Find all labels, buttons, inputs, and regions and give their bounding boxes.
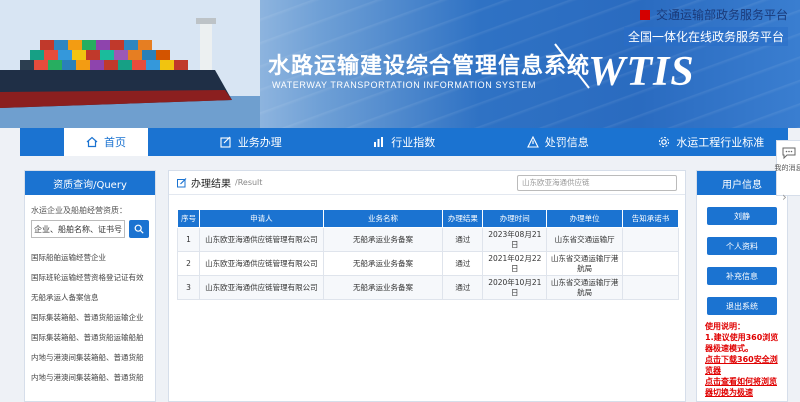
cell-business: 无船承运业务备案	[322, 251, 444, 276]
cell-index: 2	[177, 251, 200, 276]
nav-item-standards[interactable]: 水运工程行业标准	[635, 128, 789, 156]
portal-sub-link[interactable]: 全国一体化在线政务服务平台	[623, 27, 788, 46]
nav-item-home[interactable]: 首页	[64, 128, 148, 156]
result-table: 序号 申请人 业务名称 办理结果 办理时间 办理单位 告知承诺书 1 山东欧亚海…	[177, 209, 679, 300]
nav-item-label: 首页	[104, 136, 126, 149]
wtis-logo: WTIS	[588, 49, 695, 95]
system-subtitle: WATERWAY TRANSPORTATION INFORMATION SYST…	[272, 80, 537, 90]
cell-date: 2020年10月21日	[482, 275, 548, 300]
cell-index: 1	[177, 227, 200, 252]
nav-item-index[interactable]: 行业指数	[328, 128, 482, 156]
col-header: 办理时间	[482, 209, 548, 228]
chevron-right-icon[interactable]: ›	[782, 190, 787, 204]
table-header-row: 序号 申请人 业务名称 办理结果 办理时间 办理单位 告知承诺书	[177, 209, 679, 228]
table-row: 3 山东欧亚海通供应链管理有限公司 无船承运业务备案 通过 2020年10月21…	[177, 275, 679, 300]
notes-line: 1.建议使用360浏览器极速模式。	[705, 333, 779, 353]
table-row: 2 山东欧亚海通供应链管理有限公司 无船承运业务备案 通过 2021年02月22…	[177, 251, 679, 276]
query-search-input[interactable]	[31, 220, 125, 238]
container-ship-image	[0, 0, 260, 128]
result-title: 办理结果	[191, 179, 231, 190]
cell-date: 2023年08月21日	[482, 227, 548, 252]
cell-applicant: 山东欧亚海通供应链管理有限公司	[198, 275, 324, 300]
portal-link[interactable]: 交通运输部政务服务平台	[624, 6, 788, 23]
query-search-button[interactable]	[129, 220, 149, 238]
settings-icon	[659, 136, 670, 148]
nav-item-label: 处罚信息	[544, 136, 589, 149]
col-header: 申请人	[198, 209, 324, 228]
cell-commitment	[622, 227, 679, 252]
table-row: 1 山东欧亚海通供应链管理有限公司 无船承运业务备案 通过 2023年08月21…	[177, 227, 679, 252]
nav-item-penalty[interactable]: 处罚信息	[481, 128, 635, 156]
chat-icon	[782, 147, 795, 159]
list-item[interactable]: 国际船舶运输经营企业	[31, 248, 149, 268]
warning-icon	[526, 136, 539, 148]
query-search-row	[25, 220, 155, 238]
main-nav: 首页 业务办理 行业指数 处罚信息 水运工程行业标准	[20, 128, 788, 156]
col-header: 告知承诺书	[622, 209, 679, 228]
speed-mode-help-link[interactable]: 点击查看如何将浏览器切换为极速	[705, 376, 779, 398]
cell-commitment	[622, 275, 679, 300]
cell-unit: 山东省交通运输厅港航局	[546, 275, 624, 300]
cell-commitment	[622, 251, 679, 276]
bar-chart-icon	[374, 137, 384, 147]
cell-result: 通过	[442, 251, 484, 276]
cell-date: 2021年02月22日	[482, 251, 548, 276]
cell-result: 通过	[442, 227, 484, 252]
home-icon	[86, 136, 98, 148]
list-item[interactable]: 无船承运人备案信息	[31, 288, 149, 308]
col-header: 业务名称	[322, 209, 444, 228]
cell-index: 3	[177, 275, 200, 300]
list-item[interactable]: 国际班轮运输经营资格登记证有效	[31, 268, 149, 288]
edit-icon	[220, 136, 231, 148]
cell-unit: 山东省交通运输厅	[546, 227, 624, 252]
query-label: 水运企业及船舶经营资质：	[31, 206, 127, 215]
list-item[interactable]: 内地与港澳间集装箱船、普通货船	[31, 368, 149, 388]
red-square-icon	[639, 9, 650, 20]
user-info-panel: 用户信息 刘静 个人资料 补充信息 退出系统 使用说明： 1.建议使用360浏览…	[696, 170, 788, 402]
nav-item-label: 行业指数	[391, 136, 436, 149]
cell-applicant: 山东欧亚海通供应链管理有限公司	[198, 227, 324, 252]
system-title: 水路运输建设综合管理信息系统	[268, 54, 591, 79]
cell-applicant: 山东欧亚海通供应链管理有限公司	[198, 251, 324, 276]
result-search-input[interactable]	[517, 174, 677, 191]
nav-item-label: 业务办理	[237, 136, 282, 149]
portal-links: 交通运输部政务服务平台 全国一体化在线政务服务平台	[623, 6, 788, 46]
search-icon	[134, 224, 144, 234]
supplement-info-button[interactable]: 补充信息	[707, 267, 777, 285]
profile-button[interactable]: 个人资料	[707, 237, 777, 255]
cell-business: 无船承运业务备案	[322, 275, 444, 300]
cell-business: 无船承运业务备案	[322, 227, 444, 252]
col-header: 办理单位	[546, 209, 624, 228]
col-header: 办理结果	[442, 209, 484, 228]
username-button[interactable]: 刘静	[707, 207, 777, 225]
edit-icon	[177, 177, 187, 187]
nav-item-label: 水运工程行业标准	[676, 136, 765, 149]
notes-title: 使用说明：	[705, 322, 745, 331]
header-banner: 水路运输建设综合管理信息系统 WATERWAY TRANSPORTATION I…	[0, 0, 800, 128]
message-widget-label: 我的消息	[774, 164, 800, 172]
panel-title: 资质查询/Query	[25, 171, 155, 195]
list-item[interactable]: 国际集装箱船、普通货船运输企业	[31, 308, 149, 328]
download-browser-link[interactable]: 点击下载360安全浏览器	[705, 354, 779, 376]
result-subtitle: /Result	[235, 178, 263, 187]
logout-button[interactable]: 退出系统	[707, 297, 777, 315]
qualification-links: 国际船舶运输经营企业 国际班轮运输经营资格登记证有效 无船承运人备案信息 国际集…	[25, 238, 155, 388]
result-header: 办理结果 /Result	[169, 171, 685, 195]
col-header: 序号	[177, 209, 200, 228]
message-widget[interactable]: 我的消息	[774, 140, 800, 196]
portal-link-label: 交通运输部政务服务平台	[655, 8, 788, 22]
list-item[interactable]: 内地与港澳间集装箱船、普通货船	[31, 348, 149, 368]
qualification-query-panel: 资质查询/Query 水运企业及船舶经营资质： 国际船舶运输经营企业 国际班轮运…	[24, 170, 156, 402]
cell-unit: 山东省交通运输厅港航局	[546, 251, 624, 276]
list-item[interactable]: 国际集装箱船、普通货船运输船舶	[31, 328, 149, 348]
nav-item-business[interactable]: 业务办理	[174, 128, 328, 156]
cell-result: 通过	[442, 275, 484, 300]
result-panel: 办理结果 /Result 序号 申请人 业务名称 办理结果 办理时间 办理单位 …	[168, 170, 686, 402]
panel-title: 用户信息	[697, 171, 787, 195]
usage-notes: 使用说明： 1.建议使用360浏览器极速模式。 点击下载360安全浏览器 点击查…	[697, 315, 787, 398]
